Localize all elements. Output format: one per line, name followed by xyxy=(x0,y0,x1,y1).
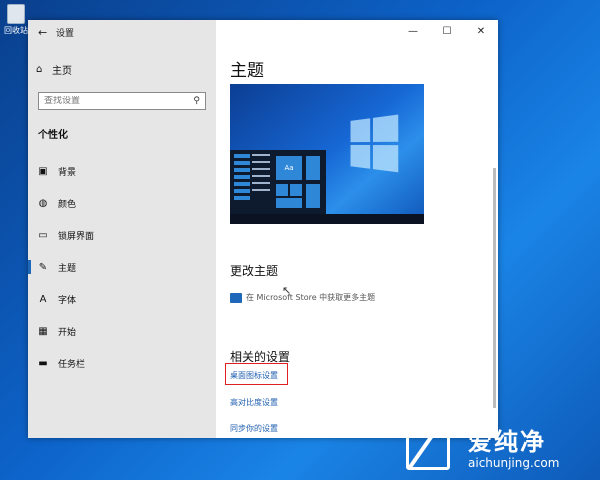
back-arrow-icon[interactable]: ← xyxy=(38,26,56,39)
sidebar: ← 设置 ⌂ 主页 ⚲ 个性化 ▣ 背景 ◍ 颜色 ▭ 锁屏界面 ✎ 主题 xyxy=(28,20,216,438)
sidebar-item-label: 锁屏界面 xyxy=(58,231,95,242)
sidebar-item-label: 背景 xyxy=(58,167,77,178)
sync-settings-link[interactable]: 同步你的设置 xyxy=(230,423,278,434)
window-controls: — ☐ ✕ xyxy=(396,20,498,44)
lockscreen-icon: ▭ xyxy=(38,229,48,241)
sidebar-item-label: 开始 xyxy=(58,327,77,338)
close-button[interactable]: ✕ xyxy=(464,20,498,44)
maximize-button[interactable]: ☐ xyxy=(430,20,464,44)
sidebar-item-fonts[interactable]: A 字体 xyxy=(28,288,216,310)
page-title: 主题 xyxy=(230,61,264,81)
search-icon[interactable]: ⚲ xyxy=(193,96,200,106)
recycle-bin-desktop-icon[interactable]: 回收站 xyxy=(4,4,28,36)
mouse-cursor-icon: ↖ xyxy=(282,284,292,297)
taskbar-preview xyxy=(230,214,424,224)
sidebar-item-colors[interactable]: ◍ 颜色 xyxy=(28,192,216,214)
store-link-label: 在 Microsoft Store 中获取更多主题 xyxy=(246,293,376,302)
title-bar: ← 设置 xyxy=(28,20,216,44)
sidebar-item-label: 字体 xyxy=(58,295,77,306)
font-icon: A xyxy=(39,293,47,305)
taskbar-icon: ▬ xyxy=(38,357,48,369)
start-menu-preview: Aa xyxy=(230,150,326,214)
store-bag-icon xyxy=(230,292,242,303)
store-link[interactable]: 在 Microsoft Store 中获取更多主题 xyxy=(230,292,375,303)
watermark-name: 爱纯净 xyxy=(468,428,546,456)
theme-icon: ✎ xyxy=(38,261,48,273)
desktop-icon-settings-link[interactable]: 桌面图标设置 xyxy=(230,370,278,381)
preview-tile: Aa xyxy=(276,156,302,180)
recycle-bin-label: 回收站 xyxy=(4,26,28,35)
sidebar-item-start[interactable]: ▦ 开始 xyxy=(28,320,216,342)
search-box[interactable]: ⚲ xyxy=(38,92,206,110)
home-icon: ⌂ xyxy=(36,64,43,75)
high-contrast-settings-link[interactable]: 高对比度设置 xyxy=(230,397,278,408)
sidebar-item-home[interactable]: ⌂ 主页 xyxy=(36,62,72,77)
change-theme-heading: 更改主题 xyxy=(230,264,279,278)
recycle-bin-icon xyxy=(7,4,25,24)
sidebar-item-themes[interactable]: ✎ 主题 xyxy=(28,256,216,278)
search-input[interactable] xyxy=(44,96,184,106)
watermark-logo-icon xyxy=(402,426,464,472)
watermark-url: aichunjing.com xyxy=(468,456,560,470)
home-label: 主页 xyxy=(52,66,72,77)
window-title: 设置 xyxy=(56,28,75,39)
sidebar-item-label: 任务栏 xyxy=(58,359,86,370)
picture-icon: ▣ xyxy=(38,165,48,177)
scrollbar[interactable] xyxy=(493,168,496,408)
sidebar-item-taskbar[interactable]: ▬ 任务栏 xyxy=(28,352,216,374)
main-content: — ☐ ✕ 主题 Aa 更改主题 在 Microsoft Store 中获取更多… xyxy=(216,20,498,438)
sidebar-item-label: 主题 xyxy=(58,263,77,274)
sidebar-item-lockscreen[interactable]: ▭ 锁屏界面 xyxy=(28,224,216,246)
minimize-button[interactable]: — xyxy=(396,20,430,44)
sidebar-item-label: 颜色 xyxy=(58,199,77,210)
windows-logo-icon xyxy=(350,114,400,173)
sidebar-item-background[interactable]: ▣ 背景 xyxy=(28,160,216,182)
section-heading: 个性化 xyxy=(38,130,68,141)
watermark: 爱纯净 aichunjing.com xyxy=(402,426,559,472)
settings-window: ← 设置 ⌂ 主页 ⚲ 个性化 ▣ 背景 ◍ 颜色 ▭ 锁屏界面 ✎ 主题 xyxy=(28,20,498,438)
theme-preview-image: Aa xyxy=(230,84,424,224)
start-icon: ▦ xyxy=(38,325,48,337)
palette-icon: ◍ xyxy=(38,197,48,209)
